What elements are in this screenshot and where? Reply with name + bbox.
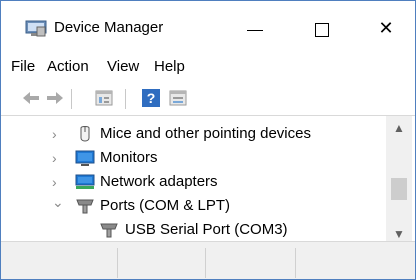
toolbar-separator bbox=[125, 89, 126, 109]
tree-item-monitors[interactable]: › Monitors bbox=[1, 146, 381, 170]
device-tree: › Mice and other pointing devices › Moni… bbox=[1, 116, 415, 241]
help-icon[interactable]: ? bbox=[141, 88, 161, 108]
properties-icon[interactable] bbox=[94, 88, 114, 108]
device-manager-icon bbox=[25, 20, 47, 37]
minimize-icon bbox=[247, 30, 263, 31]
close-icon: ✕ bbox=[378, 18, 394, 38]
tree-item-label: Network adapters bbox=[100, 173, 218, 190]
tree-item-label: USB Serial Port (COM3) bbox=[125, 221, 288, 238]
maximize-button[interactable] bbox=[301, 11, 347, 47]
menu-action[interactable]: Action bbox=[47, 58, 89, 75]
menu-help[interactable]: Help bbox=[154, 58, 185, 75]
tree-item-label: Ports (COM & LPT) bbox=[100, 197, 231, 214]
scroll-up-icon[interactable]: ▲ bbox=[386, 120, 412, 136]
close-button[interactable]: ✕ bbox=[363, 11, 409, 47]
tree-item-label: Mice and other pointing devices bbox=[100, 125, 311, 142]
port-icon bbox=[100, 223, 118, 238]
view-icon[interactable] bbox=[168, 88, 188, 108]
port-icon bbox=[76, 199, 94, 214]
toolbar-separator bbox=[71, 89, 72, 109]
status-separator bbox=[117, 248, 118, 278]
tree-item-network-adapters[interactable]: › Network adapters bbox=[1, 170, 381, 194]
tree-item-ports[interactable]: ⌄ Ports (COM & LPT) bbox=[1, 194, 381, 218]
tree-item-expander bbox=[79, 222, 91, 238]
back-arrow-icon[interactable] bbox=[21, 88, 41, 108]
expand-chevron-icon[interactable]: › bbox=[52, 126, 64, 142]
monitor-icon bbox=[75, 150, 95, 166]
network-adapter-icon bbox=[75, 174, 95, 189]
status-separator bbox=[295, 248, 296, 278]
device-manager-window: Device Manager ✕ File Action View Help ?… bbox=[0, 0, 416, 280]
menu-file[interactable]: File bbox=[11, 58, 35, 75]
maximize-icon bbox=[315, 23, 329, 37]
expand-chevron-icon[interactable]: › bbox=[52, 174, 64, 190]
menu-bar: File Action View Help bbox=[1, 51, 415, 81]
tree-item-mice[interactable]: › Mice and other pointing devices bbox=[1, 122, 381, 146]
tree-item-label: Monitors bbox=[100, 149, 158, 166]
forward-arrow-icon[interactable] bbox=[45, 88, 65, 108]
status-separator bbox=[205, 248, 206, 278]
menu-view[interactable]: View bbox=[107, 58, 139, 75]
mouse-icon bbox=[80, 126, 90, 142]
scroll-down-icon[interactable]: ▼ bbox=[386, 226, 412, 242]
tree-item-usb-serial-port[interactable]: USB Serial Port (COM3) bbox=[1, 218, 381, 241]
status-bar bbox=[1, 241, 415, 279]
collapse-chevron-icon[interactable]: ⌄ bbox=[52, 194, 64, 210]
expand-chevron-icon[interactable]: › bbox=[52, 150, 64, 166]
svg-text:?: ? bbox=[147, 90, 156, 106]
scrollbar-thumb[interactable] bbox=[391, 178, 407, 200]
title-bar: Device Manager ✕ bbox=[1, 1, 415, 51]
minimize-button[interactable] bbox=[235, 11, 281, 47]
window-title: Device Manager bbox=[54, 19, 164, 36]
toolbar: ? bbox=[1, 81, 415, 115]
vertical-scrollbar[interactable]: ▲ ▼ bbox=[386, 116, 412, 241]
